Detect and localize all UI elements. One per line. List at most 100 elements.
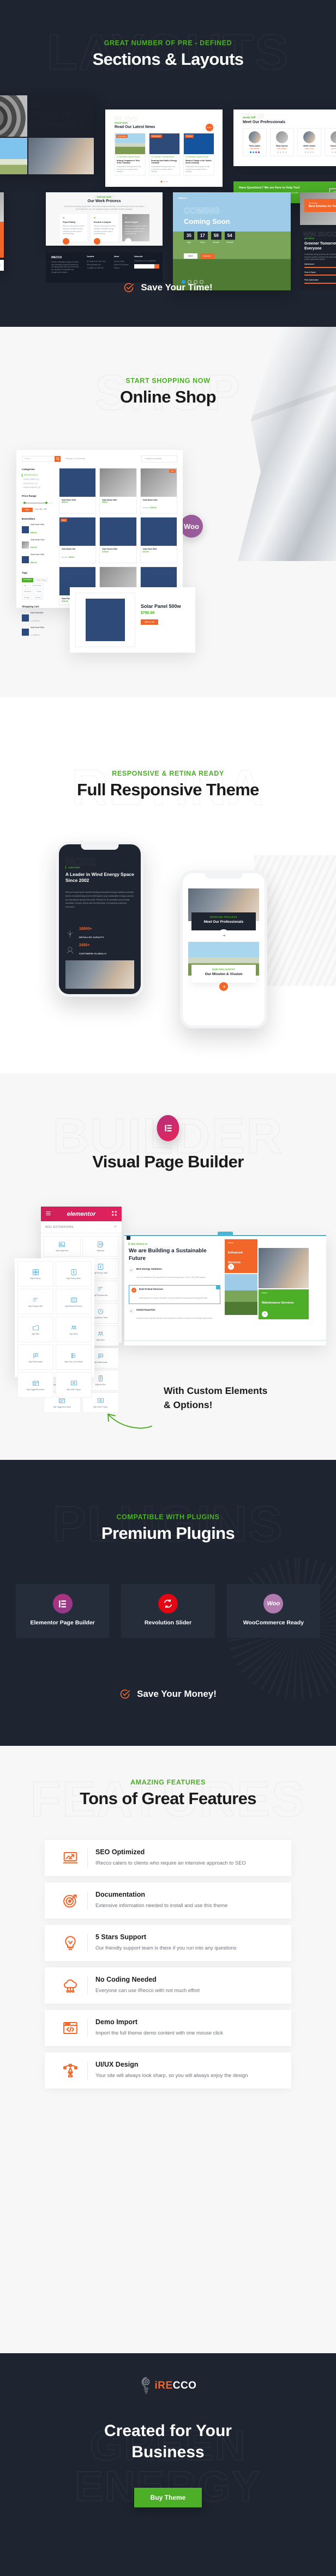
feature-card-support[interactable]: 5 Stars Support Our friendly support tea… [45, 1925, 291, 1961]
layout-card-solar[interactable]: Solar Panel Services [0, 192, 4, 258]
team-member-card[interactable]: Ethan Spector Web Master [270, 128, 294, 157]
bestseller-item[interactable]: Solar Panel 100w $250.40 [22, 523, 53, 536]
widget-tile[interactable]: Wgl Portfolio [17, 1261, 53, 1287]
process-step-card[interactable]: 01 Project Planing iRecco is among the w… [60, 214, 87, 245]
feature-card-documentation[interactable]: Documentation Extensive information need… [45, 1883, 291, 1919]
shop-category-item[interactable]: ELECTRICITY (7) [22, 483, 53, 485]
shop-tag[interactable]: solar energy [34, 577, 49, 583]
layout-card-work-process[interactable]: STEPS how we work Our Work Process All f… [46, 192, 163, 246]
widget-tile[interactable]: Wgl Progress Bar [17, 1289, 53, 1314]
product-card[interactable]: Sale Solar Modul 130w $210.00 $149.00 [140, 467, 177, 514]
edit-handle-icon[interactable] [216, 1285, 220, 1290]
layout-card-greener[interactable]: WIN SUCCESS get ideas Greener Tomorrow f… [300, 229, 336, 290]
layout-card-15-years[interactable]: 15 YEARS OF EXPERIENCE [0, 95, 94, 174]
phone-mockup-light[interactable]: WORKING PROCESS Meet Our Professionals O… [180, 870, 267, 1028]
shop-filter-button[interactable]: Filter [22, 507, 33, 512]
feature-card-seo[interactable]: SEO Optimized IRecco caters to clients w… [45, 1840, 291, 1876]
plus-icon[interactable]: + [262, 1311, 268, 1317]
elementor-widget-palette[interactable]: Wgl Portfolio Wgl Pricing Table Wgl Prog… [15, 1258, 94, 1398]
footer-logo[interactable]: iRECCO [0, 2353, 336, 2396]
blog-carousel-dots[interactable] [160, 181, 167, 182]
preview-list-item[interactable]: Global Expertise A perfect blend of globa… [129, 1308, 220, 1322]
layout-card-energy-badges[interactable]: Energy Consultancy Solar Plant [0, 260, 4, 271]
shop-search-input[interactable]: Search... [22, 458, 32, 460]
shop-tag[interactable]: construction [29, 583, 44, 589]
widget-tile[interactable]: Wgl Striped Services [56, 1289, 92, 1314]
coming-name-input[interactable]: Name [184, 253, 197, 259]
preview-tile-enhanced[interactable]: Enhanced Services + [225, 1239, 257, 1273]
blog-post-card[interactable]: Renewable 21 December | By Alex Brown He… [115, 133, 146, 175]
widget-tile[interactable]: Wgl Image Box [44, 1236, 81, 1257]
section-toolbar[interactable] [218, 1232, 233, 1236]
phone-light-card-1[interactable]: WORKING PROCESS Meet Our Professionals [191, 912, 256, 930]
layout-card-team[interactable]: TEAM quality staff Meet Our Professional… [233, 109, 336, 166]
bestseller-item[interactable]: Solar Panel 100w $250.40 [22, 553, 53, 566]
cart-item[interactable]: Solar Panel 80w 1 x $199.00 [22, 612, 53, 624]
process-step-card[interactable]: 03 Build & Support iRecco is among the w… [122, 214, 149, 245]
coming-subscribe-button[interactable]: Subscribe [200, 253, 214, 259]
add-to-cart-button[interactable]: Add to Cart [141, 619, 159, 625]
widget-tile[interactable]: Wgl Video Popup [56, 1372, 92, 1398]
shop-tag[interactable]: repair [34, 589, 44, 594]
shop-tag[interactable]: energy [22, 595, 32, 600]
cart-item[interactable]: Solar Panel 300w 1 x $250.00 [22, 626, 53, 639]
widget-tile[interactable]: Wgl Team [56, 1317, 92, 1342]
chevron-down-icon[interactable] [113, 1225, 117, 1229]
feature-card-ui-ux[interactable]: UI/UX Design Your site will always look … [45, 2053, 291, 2088]
hamburger-icon[interactable] [45, 1209, 51, 1219]
shop-single-product-mock[interactable]: Solar Panel 500w $790.00 Add to Cart [70, 587, 195, 653]
phone-light-card-2[interactable]: OUR PHILISOPHY Our Mission & Vission [191, 965, 256, 983]
layout-card-best-solution[interactable]: Our service Best Solution for Your Home [300, 192, 336, 225]
shop-tag[interactable]: electricity [22, 589, 34, 594]
footer-col-items[interactable]: History [114, 266, 130, 270]
widget-tile[interactable]: Wgl Tabs [17, 1317, 53, 1342]
builder-preview-canvas[interactable]: WHY US why choose us We are Building a S… [124, 1232, 326, 1345]
product-card[interactable]: Solar Modul 150w $98.00 [99, 467, 137, 514]
price-range-slider[interactable] [22, 501, 53, 505]
shop-sort-select[interactable]: Sorting by: Popularity [141, 455, 177, 462]
plugin-card-woocommerce[interactable]: Woo WooCommerce Ready [226, 1584, 320, 1639]
shop-tag[interactable]: tips [22, 583, 29, 589]
preview-list-item[interactable]: Best Energy Solutions Over two decades of… [129, 1268, 220, 1281]
feature-card-no-coding[interactable]: No Coding Needed Everyone can use IRecco… [45, 1968, 291, 2003]
preview-tile-maintenance[interactable]: Maintenance Services + [259, 1289, 309, 1319]
section-handle-icon[interactable] [127, 1236, 130, 1240]
widget-tile[interactable]: Wgl Toggle/Accordion [17, 1372, 53, 1398]
shop-category-item[interactable]: SOLAR PANELS (2) [22, 478, 53, 481]
buy-theme-button[interactable]: Buy Theme [134, 2488, 202, 2507]
blog-post-card[interactable]: Renewable 21 December | By Alex Brown Po… [149, 133, 180, 175]
widget-tile[interactable]: Wgl Pricing Table [56, 1261, 92, 1287]
feature-card-demo-import[interactable]: Demo Import Import the full theme demo c… [45, 2010, 291, 2046]
widget-tile[interactable]: Wgl Time Line Vertical [56, 1344, 92, 1370]
team-member-card[interactable]: Mattie Oswald Sales Force [297, 128, 321, 157]
footer-subscribe-button[interactable] [154, 264, 159, 269]
product-card[interactable]: Solar Panel 500w $110.00 [140, 517, 177, 563]
shop-archive-mock[interactable]: Search... Showing 1-9 of 18 results Sort… [16, 450, 183, 636]
grid-icon[interactable] [111, 1209, 117, 1219]
preview-list-item-selected[interactable]: End-To-End Services Vast experience in po… [129, 1285, 220, 1304]
product-card[interactable]: Solar Panel 100w $250.00 [59, 467, 97, 514]
plugin-card-revolution-slider[interactable]: Revolution Slider [121, 1584, 215, 1639]
blog-post-card[interactable]: Turbine 21 December | By Alex Brown Wind… [183, 133, 214, 175]
search-icon[interactable] [55, 455, 61, 462]
product-card[interactable]: Solar Panels 250w $790.00 [99, 517, 137, 563]
shop-category-item[interactable]: RENOVATION (4) [22, 474, 53, 477]
layout-card-blog[interactable]: BLOG recent news Read Our Latest News BL… [105, 109, 223, 187]
footer-email-input[interactable] [134, 264, 154, 269]
bestseller-item[interactable]: Solar Modul 120w $149.00 [22, 539, 53, 551]
shop-tag[interactable]: reworks [32, 595, 43, 600]
arrow-circle-icon[interactable] [219, 931, 228, 940]
plugin-card-elementor[interactable]: Elementor Page Builder [16, 1584, 110, 1639]
layout-card-coming-soon[interactable]: iRECCO COMING Coming Soon 35 Days 17 Hours… [173, 192, 291, 290]
widget-tile[interactable]: Wgl Blog [82, 1236, 119, 1257]
shop-tag[interactable]: renovation [22, 577, 33, 583]
widget-tile[interactable]: Wgl Testimonials [17, 1344, 53, 1370]
product-card[interactable]: Sale Solar Modul 20w $110.00 $65.00 [59, 517, 97, 563]
shop-category-item[interactable]: HYBRID ENERGY (3) [22, 486, 53, 489]
layout-card-footer[interactable]: iRECCO Social combination range of natur… [46, 252, 163, 283]
team-member-card[interactable]: Yolanda Brown Lead Manager [325, 128, 336, 157]
phone-mockup-dark[interactable]: NCRE some facts A Leader in Wind Energy … [56, 842, 143, 997]
process-step-card[interactable]: 02 Research & Analysis iRecco is among t… [91, 214, 118, 245]
team-member-card[interactable]: Patric Adams Web Master [243, 128, 267, 157]
plus-icon[interactable]: + [228, 1264, 234, 1270]
